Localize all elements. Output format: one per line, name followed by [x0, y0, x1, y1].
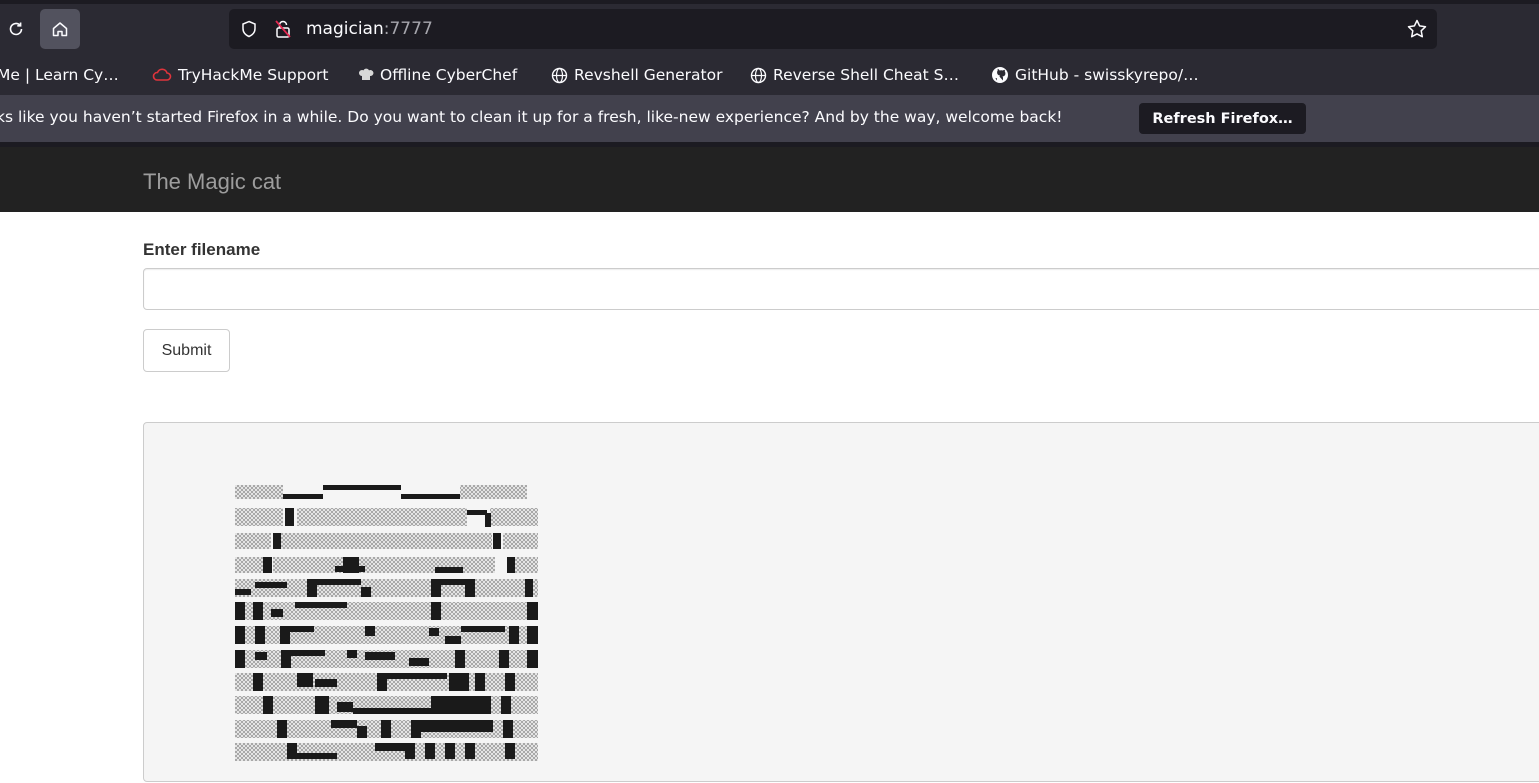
bookmarks-toolbar: Me | Learn Cy… TryHackMe Support Offline… — [0, 57, 1539, 95]
ascii-art-shading — [235, 485, 538, 761]
bookmark-label: Revshell Generator — [574, 66, 723, 84]
url-text[interactable]: magician:7777 — [306, 19, 433, 39]
home-button[interactable] — [40, 9, 80, 49]
url-port: :7777 — [383, 19, 433, 39]
home-icon — [52, 22, 68, 37]
tracking-shield-icon[interactable] — [240, 20, 258, 38]
chef-hat-icon — [359, 68, 374, 80]
globe-icon — [551, 67, 568, 83]
refresh-firefox-button[interactable]: Refresh Firefox… — [1139, 103, 1306, 134]
site-navbar: The Magic cat — [0, 147, 1539, 212]
submit-button[interactable]: Submit — [143, 329, 230, 372]
notification-message: ks like you haven’t started Firefox in a… — [0, 108, 1063, 126]
magic-cat-ascii-art — [235, 485, 538, 761]
browser-toolbar: magician:7777 — [0, 0, 1539, 57]
bookmark-label: Reverse Shell Cheat S… — [773, 66, 959, 84]
ascii-art-strokes — [235, 485, 538, 759]
bookmark-revshell-generator[interactable]: Revshell Generator — [551, 66, 722, 84]
bookmark-reverse-shell-cheat[interactable]: Reverse Shell Cheat S… — [750, 66, 959, 84]
insecure-lock-icon[interactable] — [274, 19, 292, 39]
github-icon — [992, 67, 1008, 83]
filename-label: Enter filename — [143, 240, 261, 259]
output-panel — [143, 422, 1539, 782]
bookmark-cyberchef[interactable]: Offline CyberChef — [358, 66, 517, 84]
bookmark-tryhackme-support[interactable]: TryHackMe Support — [152, 66, 329, 84]
url-host: magician — [306, 19, 384, 39]
reload-icon — [9, 22, 23, 36]
bookmark-label: TryHackMe Support — [178, 66, 329, 84]
refresh-notification-bar: ks like you haven’t started Firefox in a… — [0, 95, 1539, 142]
bookmark-star-icon[interactable] — [1406, 18, 1428, 40]
address-bar[interactable]: magician:7777 — [229, 9, 1437, 49]
bookmark-tryhackme[interactable]: Me | Learn Cy… — [0, 66, 119, 84]
globe-icon — [750, 67, 767, 83]
tab-strip-edge — [0, 0, 1539, 4]
tryhackme-cloud-icon — [152, 68, 172, 81]
bookmark-label: Offline CyberChef — [380, 66, 518, 84]
site-brand[interactable]: The Magic cat — [143, 169, 281, 195]
filename-input[interactable] — [143, 268, 1539, 310]
bookmark-label: Me | Learn Cy… — [0, 66, 119, 84]
bookmark-label: GitHub - swisskyrepo/… — [1015, 66, 1199, 84]
reload-button[interactable] — [0, 9, 36, 49]
bookmark-github[interactable]: GitHub - swisskyrepo/… — [991, 66, 1199, 84]
